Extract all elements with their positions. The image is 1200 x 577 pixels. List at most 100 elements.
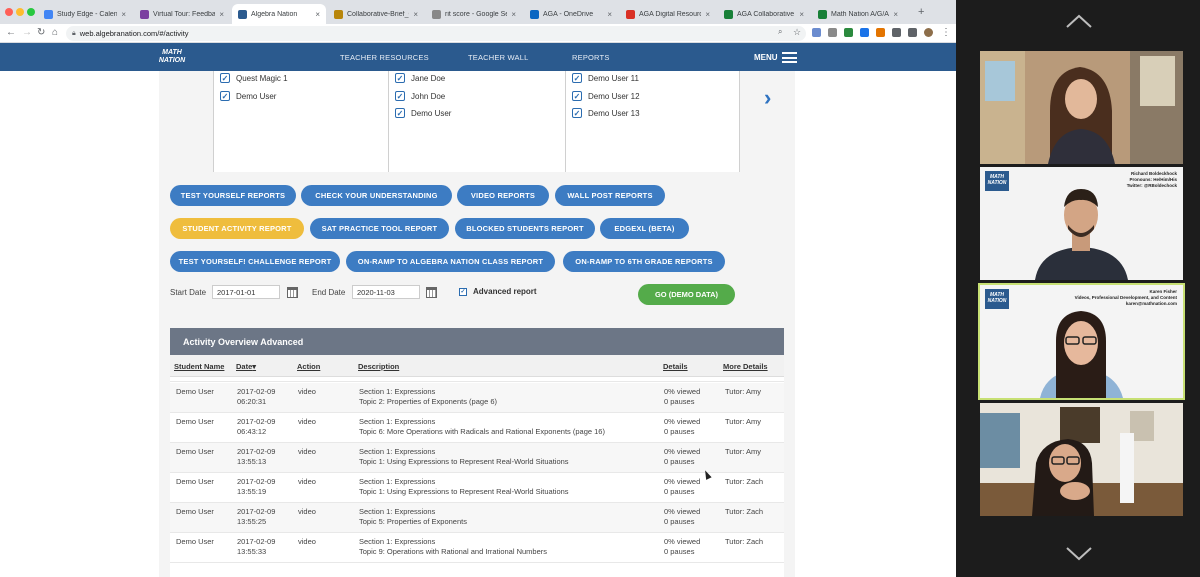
close-tab-icon[interactable]: × (315, 10, 320, 19)
browser-tab[interactable]: rit score - Google Sear× (426, 4, 522, 24)
extension-icon[interactable] (812, 28, 821, 37)
more-options-icon[interactable]: ⋮ (941, 27, 951, 38)
zoom-icon[interactable]: ⌕ (778, 27, 782, 37)
student-selection-list: ✓ Quest Magic 1 ✓ Demo User ✓ Jane Doe ✓ Joh… (213, 71, 740, 172)
home-icon[interactable]: ⌂ (52, 27, 58, 38)
student-item[interactable]: ✓ Demo User 11 (572, 72, 639, 84)
close-tab-icon[interactable]: × (121, 10, 126, 19)
check-your-understanding-button[interactable]: CHECK YOUR UNDERSTANDING (301, 185, 452, 206)
extension-icon[interactable] (892, 28, 901, 37)
student-item[interactable]: ✓ Quest Magic 1 (220, 72, 288, 84)
student-item[interactable]: ✓ Demo User (220, 90, 276, 102)
close-tab-icon[interactable]: × (413, 10, 418, 19)
blocked-students-report-button[interactable]: BLOCKED STUDENTS REPORT (455, 218, 595, 239)
test-yourself-challenge-report-button[interactable]: TEST YOURSELF! CHALLENGE REPORT (170, 251, 340, 272)
participant-video-tile-active-speaker[interactable]: MATH NATION Karen Fisher Videos, Profess… (978, 283, 1185, 400)
close-tab-icon[interactable]: × (799, 10, 804, 19)
math-nation-logo[interactable]: MATH NATION (156, 46, 188, 68)
student-item[interactable]: ✓ Jane Doe (395, 72, 445, 84)
close-tab-icon[interactable]: × (511, 10, 516, 19)
lock-icon: 🔒︎ (72, 29, 76, 37)
student-item[interactable]: ✓ John Doe (395, 90, 445, 102)
table-row[interactable]: Demo User 2017-02-09 06:43:12 video Section … (170, 413, 784, 443)
table-row[interactable]: Demo User 2017-02-09 13:55:33 video Section … (170, 533, 784, 563)
nav-reports[interactable]: REPORTS (572, 53, 610, 62)
favicon-icon (626, 9, 635, 19)
scroll-up-chevron-icon[interactable] (1066, 14, 1092, 28)
participant-video-image (980, 403, 1183, 516)
cell-more-details: Tutor: Zach (725, 507, 764, 516)
hamburger-menu-icon[interactable] (782, 52, 797, 63)
close-tab-icon[interactable]: × (893, 10, 898, 19)
nav-teacher-resources[interactable]: TEACHER RESOURCES (340, 53, 429, 62)
checkbox-checked-icon[interactable]: ✓ (395, 91, 405, 101)
checkbox-checked-icon[interactable]: ✓ (395, 108, 405, 118)
sat-practice-tool-report-button[interactable]: SAT PRACTICE TOOL REPORT (310, 218, 449, 239)
extension-icon[interactable] (844, 28, 853, 37)
table-row[interactable]: Demo User 2017-02-09 13:55:25 video Section … (170, 503, 784, 533)
checkbox-checked-icon[interactable]: ✓ (572, 91, 582, 101)
on-ramp-algebra-class-report-button[interactable]: ON-RAMP TO ALGEBRA NATION CLASS REPORT (346, 251, 555, 272)
table-row[interactable]: Demo User 2017-02-09 06:20:31 video Section … (170, 383, 784, 413)
bookmark-star-icon[interactable]: ☆ (793, 27, 801, 38)
screen: Study Edge - Calendar×Virtual Tour: Feed… (0, 0, 1200, 577)
table-row[interactable]: Demo User 2017-02-09 13:55:13 video Section … (170, 443, 784, 473)
close-tab-icon[interactable]: × (705, 10, 710, 19)
video-reports-button[interactable]: VIDEO REPORTS (457, 185, 549, 206)
checkbox-checked-icon[interactable]: ✓ (572, 73, 582, 83)
advanced-report-checkbox[interactable]: ✓ (459, 288, 467, 296)
participant-video-tile[interactable] (980, 403, 1183, 516)
checkbox-checked-icon[interactable]: ✓ (220, 91, 230, 101)
start-date-input[interactable]: 2017-01-01 (212, 285, 280, 299)
student-item[interactable]: ✓ Demo User 12 (572, 90, 640, 102)
cell-details: 0% viewed 0 pauses (664, 537, 701, 556)
browser-tab[interactable]: Math Nation A/G/A Cal × (812, 4, 904, 24)
menu-label[interactable]: MENU (754, 53, 778, 62)
browser-tab[interactable]: AGA Collaborative She × (718, 4, 810, 24)
participant-video-tile[interactable]: MATH NATION Richard Boldeckhock Pronouns… (980, 167, 1183, 280)
zoom-window-button[interactable] (27, 8, 35, 16)
cell-details: 0% viewed 0 pauses (664, 447, 701, 466)
browser-tab[interactable]: Algebra Nation × (232, 4, 326, 24)
next-page-chevron-icon[interactable]: › (764, 85, 771, 111)
participant-video-tile[interactable] (980, 51, 1183, 164)
avatar[interactable] (924, 28, 933, 37)
student-activity-report-button[interactable]: STUDENT ACTIVITY REPORT (170, 218, 304, 239)
checkbox-checked-icon[interactable]: ✓ (220, 73, 230, 83)
student-item[interactable]: ✓ Demo User 13 (572, 107, 640, 119)
calendar-icon[interactable] (426, 287, 437, 298)
math-nation-logo: MATH NATION (985, 289, 1009, 309)
url-input[interactable]: 🔒︎ web.algebranation.com/#/activity (66, 26, 806, 41)
checkbox-checked-icon[interactable]: ✓ (395, 73, 405, 83)
minimize-window-button[interactable] (16, 8, 24, 16)
nav-teacher-wall[interactable]: TEACHER WALL (468, 53, 528, 62)
end-date-input[interactable]: 2020-11-03 (352, 285, 420, 299)
close-window-button[interactable] (5, 8, 13, 16)
favicon-icon (334, 9, 343, 19)
scroll-down-chevron-icon[interactable] (1066, 547, 1092, 561)
browser-tab[interactable]: Collaborative-Brief_Co × (328, 4, 424, 24)
wall-post-reports-button[interactable]: WALL POST REPORTS (555, 185, 665, 206)
browser-tab[interactable]: Study Edge - Calendar× (38, 4, 132, 24)
puzzle-icon[interactable] (908, 28, 917, 37)
close-tab-icon[interactable]: × (607, 10, 612, 19)
checkbox-checked-icon[interactable]: ✓ (572, 108, 582, 118)
extension-icon[interactable] (860, 28, 869, 37)
browser-tab[interactable]: AGA - OneDrive × (524, 4, 618, 24)
browser-tab[interactable]: Virtual Tour: Feedback× (134, 4, 230, 24)
extension-icon[interactable] (876, 28, 885, 37)
back-icon[interactable]: ← (6, 27, 16, 38)
forward-icon[interactable]: → (22, 27, 32, 38)
extension-icon[interactable] (828, 28, 837, 37)
table-row[interactable]: Demo User 2017-02-09 13:55:19 video Section … (170, 473, 784, 503)
browser-tab[interactable]: AGA Digital Resources× (620, 4, 716, 24)
new-tab-button[interactable]: + (918, 6, 924, 18)
close-tab-icon[interactable]: × (219, 10, 224, 19)
go-demo-data-button[interactable]: GO (DEMO DATA) (638, 284, 735, 305)
reload-icon[interactable]: ↻ (37, 27, 45, 38)
on-ramp-6th-grade-reports-button[interactable]: ON-RAMP TO 6TH GRADE REPORTS (563, 251, 725, 272)
edgexl-beta-button[interactable]: EDGEXL (BETA) (600, 218, 689, 239)
student-item[interactable]: ✓ Demo User (395, 107, 451, 119)
calendar-icon[interactable] (287, 287, 298, 298)
test-yourself-reports-button[interactable]: TEST YOURSELF REPORTS (170, 185, 296, 206)
